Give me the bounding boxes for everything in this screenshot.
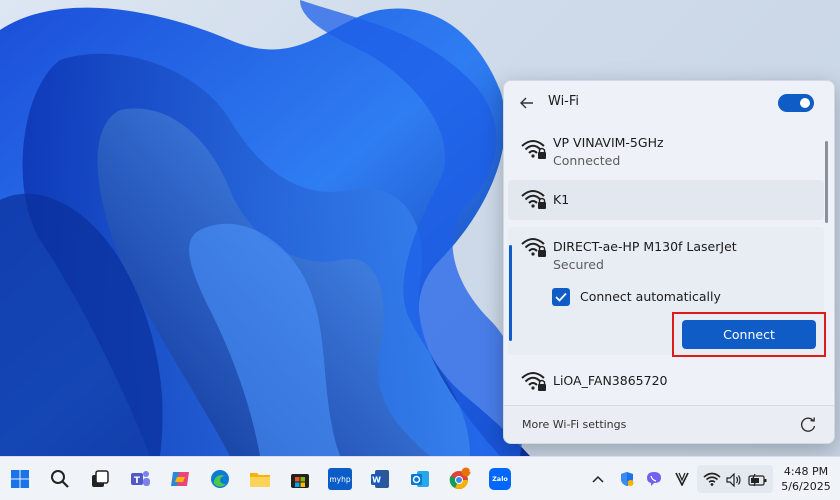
file-explorer-icon[interactable] [246,465,274,493]
network-item-expanded[interactable]: DIRECT-ae-HP M130f LaserJet Secured Conn… [508,227,826,357]
clock-time: 4:48 PM [783,465,829,478]
clock-date: 5/6/2025 [781,480,831,493]
viber-icon[interactable] [644,469,664,489]
volume-icon [726,472,742,491]
network-name: DIRECT-ae-HP M130f LaserJet [553,239,737,254]
teams-icon[interactable]: T [126,465,154,493]
wifi-footer: More Wi-Fi settings [504,405,834,443]
network-item[interactable]: K1 [508,180,824,220]
wifi-secured-icon [521,372,546,391]
wifi-icon [703,471,721,491]
wifi-title: Wi-Fi [548,94,580,109]
system-clock[interactable]: 4:48 PM 5/6/2025 [776,464,836,494]
network-name: VP VINAVIM-5GHz [553,135,664,150]
start-icon[interactable] [6,465,34,493]
selection-accent-bar [509,245,512,341]
store-icon[interactable] [286,465,314,493]
wifi-secured-icon [521,190,546,209]
wifi-header: Wi-Fi [504,81,834,125]
connect-automatically-label: Connect automatically [580,289,721,304]
search-icon[interactable] [46,465,74,493]
highlight-frame: Connect [672,312,826,357]
wifi-secured-icon [521,238,546,257]
taskbar: T myhp W T Zalo 4:48 PM 5/6/2025 [0,456,840,500]
outlook-icon[interactable] [406,465,434,493]
chevron-up-icon[interactable] [588,469,608,489]
word-icon[interactable]: W [366,465,394,493]
refresh-icon[interactable] [798,415,818,435]
myhp-label: myhp [329,474,351,484]
wifi-secured-icon [521,140,546,159]
back-arrow-icon[interactable] [516,93,538,113]
toggle-knob [800,98,810,108]
edge-icon[interactable] [206,465,234,493]
checkmark-icon [552,288,570,306]
connect-button[interactable]: Connect [682,320,816,349]
svg-text:W: W [372,476,381,485]
network-status: Secured [553,257,604,272]
myhp-icon[interactable]: myhp [326,465,354,493]
task-view-icon[interactable] [86,465,114,493]
defender-shield-icon[interactable] [617,469,637,489]
wifi-toggle[interactable] [778,94,814,112]
scrollbar[interactable] [825,141,828,223]
network-item[interactable]: VP VINAVIM-5GHz Connected [508,127,824,175]
wifi-flyout: Wi-Fi VP VINAVIM-5GHz Connected K1 DIREC… [503,80,835,444]
quick-settings-group[interactable] [697,465,773,493]
copilot-icon[interactable] [166,465,194,493]
network-name: K1 [553,192,570,207]
more-wifi-settings-link[interactable]: More Wi-Fi settings [522,418,626,431]
network-name: LiOA_FAN3865720 [553,373,668,388]
zalo-icon[interactable]: Zalo [486,465,514,493]
svg-text:T: T [134,476,141,486]
zalo-label: Zalo [492,475,508,483]
vpn-v-icon[interactable] [672,469,692,489]
chrome-icon[interactable]: T [446,465,474,493]
chrome-profile-badge: T [467,466,473,474]
network-status: Connected [553,153,621,168]
network-item[interactable]: LiOA_FAN3865720 [508,361,824,401]
battery-charging-icon [748,472,768,491]
